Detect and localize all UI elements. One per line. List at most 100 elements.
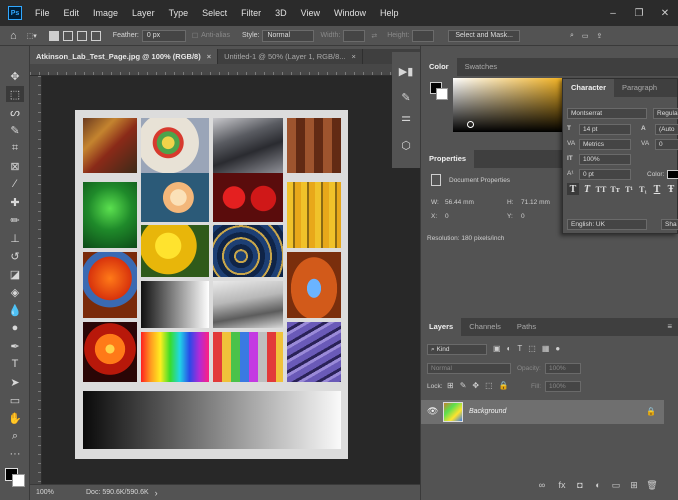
adjustments-panel-icon[interactable]: ⚌ (399, 110, 413, 124)
menu-select[interactable]: Select (195, 0, 234, 26)
type-tool-icon[interactable]: T (6, 356, 24, 372)
clone-stamp-icon[interactable]: ⊥ (6, 230, 24, 246)
rectangle-tool-icon[interactable]: ▭ (6, 392, 24, 408)
intersect-selection-icon[interactable] (90, 30, 101, 41)
move-tool-icon[interactable]: ✥ (6, 68, 24, 84)
faux-bold-button[interactable]: T (567, 183, 579, 195)
tab-character[interactable]: Character (563, 79, 615, 97)
tab-properties[interactable]: Properties (421, 150, 475, 168)
bg-color-swatch[interactable] (436, 88, 448, 100)
3d-panel-icon[interactable]: ⬡ (399, 138, 413, 152)
subscript-button[interactable]: T₁ (637, 183, 649, 195)
workspace-icon[interactable]: ▭ (582, 32, 589, 40)
home-icon[interactable]: ⌂ (10, 30, 17, 42)
strikethrough-button[interactable]: Ŧ (665, 183, 677, 195)
new-selection-icon[interactable] (48, 30, 59, 41)
share-icon[interactable]: ⇪ (597, 32, 603, 40)
tab-paths[interactable]: Paths (509, 318, 544, 336)
tab-atkinson[interactable]: Atkinson_Lab_Test_Page.jpg @ 100% (RGB/8… (30, 49, 219, 64)
menu-filter[interactable]: Filter (234, 0, 268, 26)
eraser-icon[interactable]: ◪ (6, 266, 24, 282)
superscript-button[interactable]: T¹ (623, 183, 635, 195)
new-layer-icon[interactable]: ⊞ (628, 479, 640, 491)
zoom-level[interactable]: 100% (36, 489, 76, 496)
close-tab-icon[interactable]: × (352, 52, 356, 61)
menu-edit[interactable]: Edit (57, 0, 87, 26)
swap-icon[interactable]: ⇄ (371, 32, 377, 40)
document-image[interactable] (75, 110, 348, 459)
path-select-icon[interactable]: ➤ (6, 374, 24, 390)
style-select[interactable]: Normal (262, 29, 315, 42)
search-icon[interactable]: ⌕ (570, 32, 574, 40)
new-group-icon[interactable]: ▭ (610, 479, 622, 491)
healing-brush-icon[interactable]: ✚ (6, 194, 24, 210)
status-menu-arrow[interactable]: › (155, 488, 158, 498)
blur-tool-icon[interactable]: 💧 (6, 302, 24, 318)
leading-input[interactable]: (Auto (655, 124, 678, 135)
frame-tool-icon[interactable]: ⊠ (6, 158, 24, 174)
color-picker-handle[interactable] (467, 121, 474, 128)
menu-help[interactable]: Help (373, 0, 406, 26)
faux-italic-button[interactable]: T (581, 183, 593, 195)
tab-swatches[interactable]: Swatches (457, 58, 506, 76)
lasso-tool-icon[interactable]: ᔕ (6, 104, 24, 120)
more-tools-icon[interactable]: ··· (6, 446, 24, 462)
restore-button[interactable]: ❐ (626, 0, 652, 26)
close-button[interactable]: ✕ (652, 0, 678, 26)
select-and-mask-button[interactable]: Select and Mask... (448, 29, 520, 42)
tracking-input[interactable]: 0 (655, 139, 678, 150)
font-style-select[interactable]: Regula (653, 108, 678, 119)
history-panel-icon[interactable]: ▶▮ (399, 64, 414, 78)
hand-tool-icon[interactable]: ✋ (6, 410, 24, 426)
menu-file[interactable]: File (28, 0, 57, 26)
history-brush-icon[interactable]: ↺ (6, 248, 24, 264)
eyedropper-icon[interactable]: ⁄ (6, 176, 24, 192)
fill-input[interactable]: 100% (545, 381, 581, 392)
subtract-selection-icon[interactable] (76, 30, 87, 41)
all-caps-button[interactable]: TT (595, 183, 607, 195)
menu-view[interactable]: View (294, 0, 327, 26)
adjustment-layer-icon[interactable]: ◐ (592, 479, 604, 491)
minimize-button[interactable]: – (600, 0, 626, 26)
tab-paragraph[interactable]: Paragraph (614, 79, 665, 97)
marquee-tool-icon[interactable]: ⬚ (6, 86, 24, 102)
antialias-select[interactable]: Sha (661, 219, 678, 230)
link-layers-icon[interactable]: ∞ (536, 479, 548, 491)
add-mask-icon[interactable]: ◘ (574, 479, 586, 491)
dodge-tool-icon[interactable]: ● (6, 320, 24, 336)
small-caps-button[interactable]: Tт (609, 183, 621, 195)
marquee-preset-icon[interactable]: ⬚▾ (27, 32, 37, 40)
layer-style-icon[interactable]: fx (556, 479, 568, 491)
filter-icons[interactable]: ▣◐T⬚▦● (493, 344, 566, 353)
tab-color[interactable]: Color (421, 58, 457, 76)
language-select[interactable]: English: UK (567, 219, 647, 230)
quick-select-icon[interactable]: ✎ (6, 122, 24, 138)
width-input[interactable] (343, 29, 366, 42)
brush-panel-icon[interactable]: ✎ (399, 90, 413, 104)
tab-layers[interactable]: Layers (421, 318, 462, 336)
visibility-eye-icon[interactable]: 👁 (427, 406, 438, 417)
menu-window[interactable]: Window (327, 0, 373, 26)
background-color-swatch[interactable] (12, 474, 25, 487)
menu-image[interactable]: Image (86, 0, 125, 26)
lock-icons[interactable]: ⊞✎✥⬚🔒 (447, 381, 515, 390)
layer-kind-filter[interactable]: ⌕ Kind (427, 344, 487, 355)
pen-tool-icon[interactable]: ✒ (6, 338, 24, 354)
menu-layer[interactable]: Layer (125, 0, 162, 26)
blend-mode-select[interactable]: Normal (427, 363, 511, 374)
vertical-scale-input[interactable]: 100% (579, 154, 631, 165)
kerning-select[interactable]: Metrics (579, 139, 631, 150)
font-family-select[interactable]: Montserrat (567, 108, 647, 119)
paint-bucket-icon[interactable]: ◈ (6, 284, 24, 300)
add-selection-icon[interactable] (62, 30, 73, 41)
brush-tool-icon[interactable]: ✏ (6, 212, 24, 228)
layer-row-background[interactable]: 👁 Background 🔒 (421, 400, 664, 424)
opacity-input[interactable]: 100% (545, 363, 581, 374)
layer-name[interactable]: Background (469, 408, 506, 415)
crop-tool-icon[interactable]: ⌗ (6, 140, 24, 156)
underline-button[interactable]: T (651, 183, 663, 195)
feather-input[interactable]: 0 px (141, 29, 186, 42)
baseline-input[interactable]: 0 pt (579, 169, 631, 180)
close-tab-icon[interactable]: × (207, 52, 211, 61)
zoom-tool-icon[interactable]: ⌕ (6, 428, 24, 444)
